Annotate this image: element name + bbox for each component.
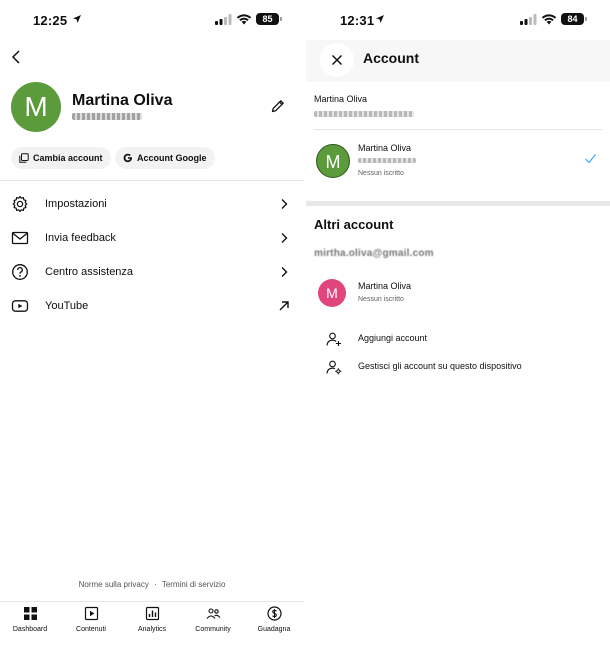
add-account-label: Aggiungi account bbox=[358, 333, 428, 343]
switch-account-button[interactable]: Cambia account bbox=[11, 147, 111, 169]
bottom-nav: Dashboard Contenuti Analytics Community … bbox=[0, 601, 304, 641]
menu-item-label: Impostazioni bbox=[45, 198, 107, 210]
avatar: M bbox=[318, 279, 346, 307]
signal-icon bbox=[520, 14, 537, 25]
menu-item-label: Invia feedback bbox=[45, 232, 116, 244]
switch-account-icon bbox=[19, 153, 29, 163]
nav-label: Contenuti bbox=[76, 626, 106, 633]
mail-icon bbox=[11, 231, 29, 245]
menu-item-label: YouTube bbox=[45, 300, 89, 312]
close-icon bbox=[331, 54, 343, 66]
other-account-subscribers: Nessun iscritto bbox=[358, 296, 404, 303]
section-divider bbox=[314, 129, 602, 130]
close-button[interactable] bbox=[320, 43, 354, 77]
wifi-icon bbox=[236, 14, 252, 25]
location-arrow-icon bbox=[73, 15, 81, 23]
privacy-policy-link[interactable]: Norme sulla privacy bbox=[79, 580, 149, 589]
menu-item-label: Centro assistenza bbox=[45, 266, 134, 278]
nav-label: Guadagna bbox=[257, 626, 291, 633]
nav-label: Community bbox=[195, 626, 231, 633]
section-separator bbox=[306, 201, 610, 206]
channel-row-selected[interactable]: M Martina Oliva Nessun iscritto bbox=[306, 136, 610, 186]
account-header: Account bbox=[306, 40, 610, 82]
help-icon bbox=[12, 264, 28, 280]
nav-community[interactable]: Community bbox=[188, 606, 238, 633]
other-account-name: Martina Oliva bbox=[358, 281, 412, 291]
section-divider bbox=[0, 180, 304, 181]
nav-content[interactable]: Contenuti bbox=[66, 606, 116, 633]
avatar: M bbox=[316, 144, 350, 178]
community-icon bbox=[206, 608, 220, 619]
nav-earn[interactable]: Guadagna bbox=[249, 606, 299, 633]
account-switcher-screen: 12:31 84 Account Martina Oliva M Martina… bbox=[306, 0, 610, 660]
pencil-icon[interactable] bbox=[270, 98, 286, 114]
analytics-icon bbox=[145, 606, 159, 621]
manage-accounts-icon bbox=[326, 360, 342, 375]
profile-screen: 12:25 85 M Martina Oliva Cambia account … bbox=[0, 0, 304, 660]
menu-item-feedback[interactable]: Invia feedback bbox=[0, 221, 304, 255]
google-account-button[interactable]: Account Google bbox=[115, 147, 215, 169]
battery-indicator: 85 bbox=[256, 13, 282, 25]
footer-separator: · bbox=[154, 580, 157, 589]
current-account-email-blurred bbox=[314, 111, 414, 117]
youtube-icon bbox=[11, 300, 29, 312]
nav-dashboard[interactable]: Dashboard bbox=[5, 606, 55, 633]
external-link-arrow-icon bbox=[279, 301, 289, 311]
nav-analytics[interactable]: Analytics bbox=[127, 606, 177, 633]
nav-label: Analytics bbox=[137, 626, 166, 633]
current-account-name: Martina Oliva bbox=[314, 94, 368, 104]
profile-name: Martina Oliva bbox=[72, 92, 173, 109]
signal-icon bbox=[215, 14, 232, 25]
switch-account-label: Cambia account bbox=[33, 153, 103, 163]
chevron-right-icon bbox=[281, 233, 288, 243]
battery-indicator: 84 bbox=[561, 13, 587, 25]
dashboard-icon bbox=[23, 607, 37, 620]
content-icon bbox=[84, 606, 98, 621]
wifi-icon bbox=[541, 14, 557, 25]
chevron-right-icon bbox=[281, 199, 288, 209]
avatar: M bbox=[11, 82, 61, 132]
chevron-right-icon bbox=[281, 267, 288, 277]
status-time: 12:25 bbox=[33, 13, 68, 28]
checkmark-icon bbox=[585, 154, 596, 164]
menu-item-settings[interactable]: Impostazioni bbox=[0, 187, 304, 221]
channel-name: Martina Oliva bbox=[358, 143, 412, 153]
footer-links: Norme sulla privacy · Termini di servizi… bbox=[0, 580, 304, 589]
nav-label: Dashboard bbox=[12, 626, 48, 633]
add-account-button[interactable]: Aggiungi account bbox=[306, 329, 610, 353]
back-chevron-icon[interactable] bbox=[8, 48, 26, 66]
page-title: Account bbox=[363, 50, 419, 66]
other-account-email: mirtha.oliva@gmail.com bbox=[314, 248, 434, 259]
menu-item-help-center[interactable]: Centro assistenza bbox=[0, 255, 304, 289]
profile-handle-blurred bbox=[72, 113, 142, 120]
status-bar: 12:25 85 bbox=[0, 0, 304, 40]
other-account-row[interactable]: M Martina Oliva Nessun iscritto bbox=[306, 274, 610, 314]
channel-handle-blurred bbox=[358, 158, 416, 163]
channel-subscribers: Nessun iscritto bbox=[358, 170, 404, 177]
location-arrow-icon bbox=[376, 15, 384, 23]
manage-accounts-label: Gestisci gli account su questo dispositi… bbox=[358, 361, 522, 371]
terms-of-service-link[interactable]: Termini di servizio bbox=[162, 580, 226, 589]
manage-accounts-button[interactable]: Gestisci gli account su questo dispositi… bbox=[306, 357, 610, 381]
other-accounts-title: Altri account bbox=[314, 217, 394, 232]
menu-item-youtube[interactable]: YouTube bbox=[0, 289, 304, 323]
status-bar: 12:31 84 bbox=[306, 0, 610, 40]
google-account-label: Account Google bbox=[137, 153, 207, 163]
status-time: 12:31 bbox=[340, 13, 375, 28]
add-person-icon bbox=[326, 332, 341, 346]
earn-icon bbox=[266, 606, 282, 621]
google-g-icon bbox=[123, 153, 132, 163]
gear-icon bbox=[12, 195, 28, 213]
